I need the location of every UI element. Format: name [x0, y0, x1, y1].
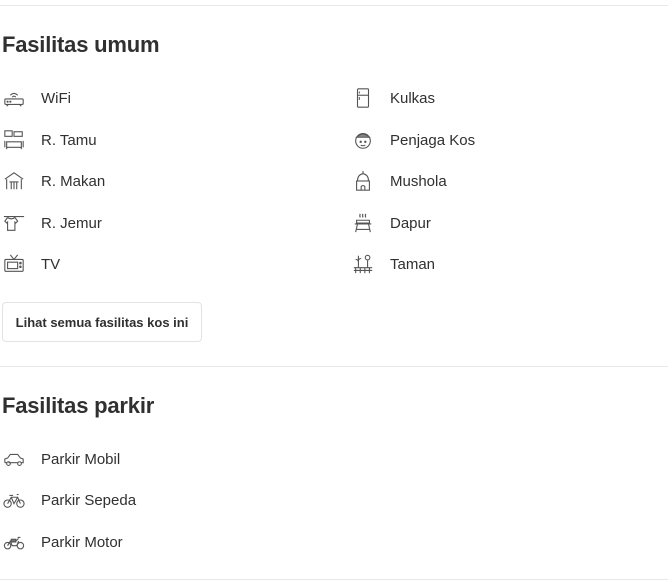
facility-label: Mushola: [390, 172, 447, 190]
facility-bicycle-parking: Parkir Sepeda: [2, 488, 136, 512]
facility-dining-room: R. Makan: [2, 169, 105, 193]
facility-label: Parkir Sepeda: [41, 491, 137, 509]
top-divider: [0, 5, 668, 6]
motorcycle-icon: [2, 530, 26, 554]
facility-label: R. Jemur: [41, 214, 102, 232]
facility-tv: TV: [2, 252, 60, 276]
see-all-facilities-button[interactable]: Lihat semua fasilitas kos ini: [2, 302, 202, 342]
facility-label: Penjaga Kos: [390, 131, 476, 149]
car-icon: [2, 447, 26, 471]
facility-fridge: Kulkas: [351, 86, 435, 110]
facility-label: Kulkas: [390, 89, 436, 107]
facility-kitchen: Dapur: [351, 211, 431, 235]
living-room-icon: [2, 128, 26, 152]
general-facilities-title: Fasilitas umum: [2, 32, 160, 57]
clothesline-icon: [2, 211, 26, 235]
facility-label: Dapur: [390, 214, 431, 232]
facility-label: R. Tamu: [41, 131, 97, 149]
facility-motorcycle-parking: Parkir Motor: [2, 530, 123, 554]
mosque-icon: [351, 169, 375, 193]
facility-label: WiFi: [41, 89, 71, 107]
facility-label: Parkir Mobil: [41, 450, 121, 468]
parking-facilities-title: Fasilitas parkir: [2, 393, 155, 418]
garden-icon: [351, 252, 375, 276]
facility-label: R. Makan: [41, 172, 106, 190]
facility-car-parking: Parkir Mobil: [2, 447, 120, 471]
facility-label: Taman: [390, 255, 436, 273]
facility-guard: Penjaga Kos: [351, 128, 475, 152]
wifi-router-icon: [2, 86, 26, 110]
facility-garden: Taman: [351, 252, 435, 276]
facility-mosque: Mushola: [351, 169, 447, 193]
section-divider: [0, 366, 668, 367]
facility-clothesline: R. Jemur: [2, 211, 102, 235]
fridge-icon: [351, 86, 375, 110]
guard-icon: [351, 128, 375, 152]
kitchen-icon: [351, 211, 375, 235]
tv-icon: [2, 252, 26, 276]
facility-label: Parkir Motor: [41, 533, 123, 551]
facility-wifi: WiFi: [2, 86, 71, 110]
bottom-divider: [0, 579, 668, 580]
dining-room-icon: [2, 169, 26, 193]
bicycle-icon: [2, 488, 26, 512]
facility-living-room: R. Tamu: [2, 128, 97, 152]
facility-label: TV: [41, 255, 61, 273]
